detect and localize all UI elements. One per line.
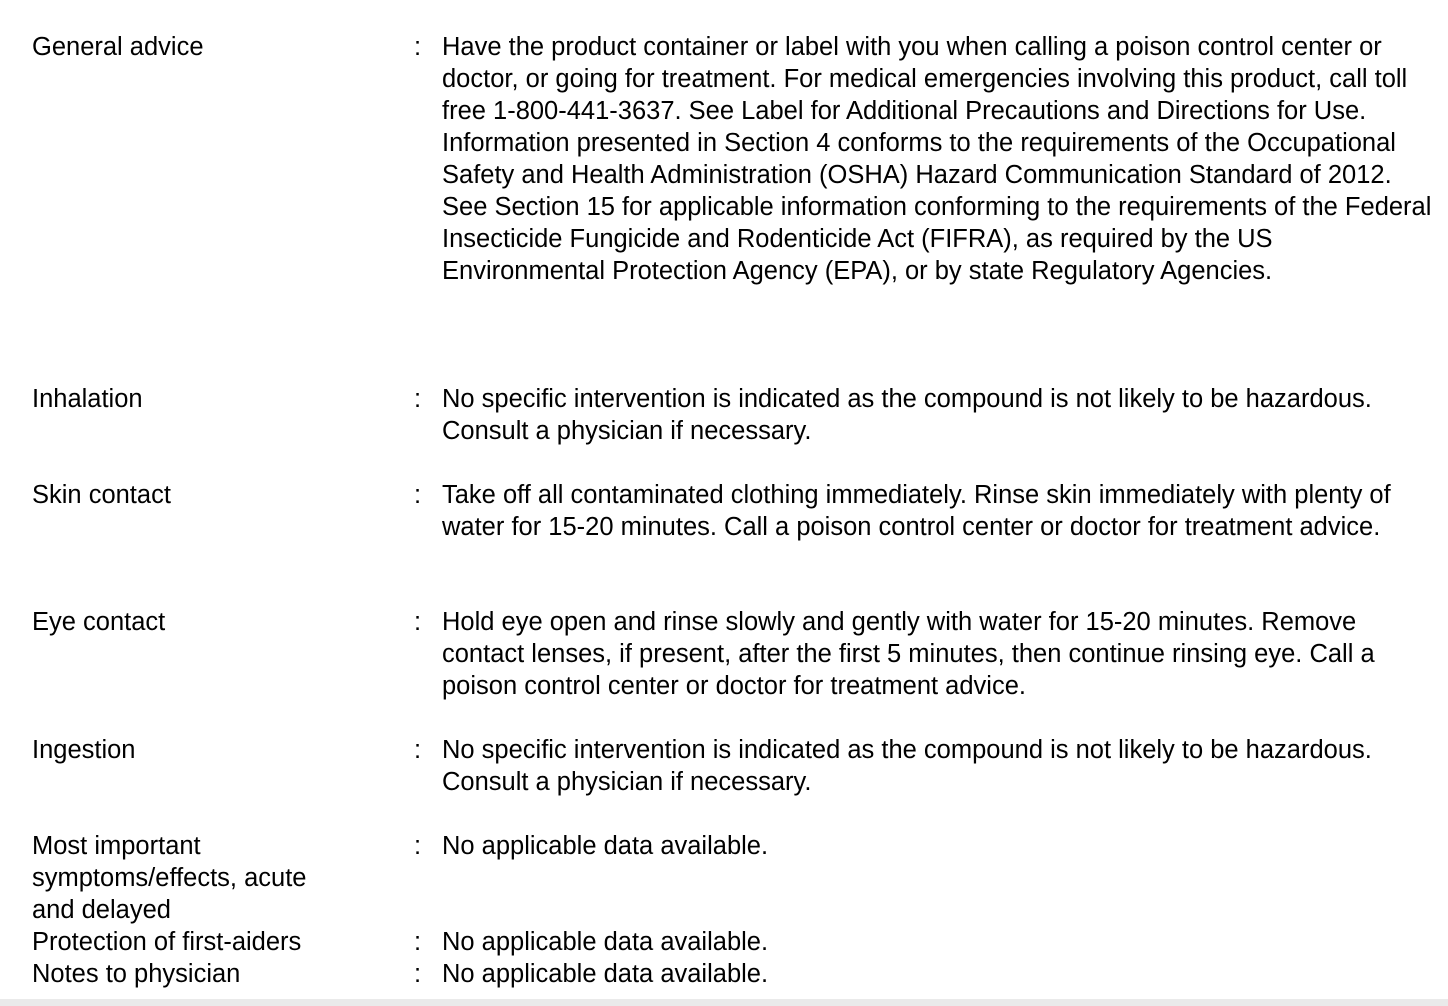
page-bottom-edge bbox=[0, 999, 1448, 1006]
row-label: Ingestion bbox=[32, 736, 136, 764]
row-label: Most important symptoms/effects, acute a… bbox=[32, 832, 307, 924]
row-colon: : bbox=[414, 960, 422, 988]
row-colon: : bbox=[414, 33, 422, 61]
row-label: Skin contact bbox=[32, 481, 171, 509]
value-paragraph: No applicable data available. bbox=[442, 928, 769, 956]
row-colon: : bbox=[414, 481, 422, 509]
row-colon: : bbox=[414, 385, 422, 413]
value-paragraph: No applicable data available. bbox=[442, 832, 769, 860]
row-value: No specific intervention is indicated as… bbox=[442, 734, 1432, 798]
row-value: No applicable data available. bbox=[442, 830, 1432, 862]
row-value: Hold eye open and rinse slowly and gentl… bbox=[442, 606, 1432, 702]
value-paragraph: No specific intervention is indicated as… bbox=[442, 385, 1372, 445]
row-value: No applicable data available. bbox=[442, 958, 1432, 990]
row-colon: : bbox=[414, 928, 422, 956]
row-label: Protection of first-aiders bbox=[32, 928, 302, 956]
value-paragraph: No applicable data available. bbox=[442, 960, 769, 988]
row-colon: : bbox=[414, 736, 422, 764]
value-paragraph: No specific intervention is indicated as… bbox=[442, 736, 1372, 796]
row-label: General advice bbox=[32, 33, 204, 61]
first-aid-measures-section: General advice : Have the product contai… bbox=[0, 0, 1448, 1000]
row-colon: : bbox=[414, 832, 422, 860]
row-value: No specific intervention is indicated as… bbox=[442, 383, 1432, 447]
row-colon: : bbox=[414, 608, 422, 636]
row-label: Notes to physician bbox=[32, 960, 241, 988]
row-value: Have the product container or label with… bbox=[442, 31, 1432, 287]
value-paragraph: Have the product container or label with… bbox=[442, 33, 1408, 125]
row-label: Eye contact bbox=[32, 608, 166, 636]
row-value: Take off all contaminated clothing immed… bbox=[442, 479, 1432, 543]
row-label: Inhalation bbox=[32, 385, 143, 413]
value-paragraph: Take off all contaminated clothing immed… bbox=[442, 481, 1391, 541]
value-paragraph: Information presented in Section 4 confo… bbox=[442, 129, 1432, 285]
row-value: No applicable data available. bbox=[442, 926, 1432, 958]
value-paragraph: Hold eye open and rinse slowly and gentl… bbox=[442, 608, 1375, 700]
